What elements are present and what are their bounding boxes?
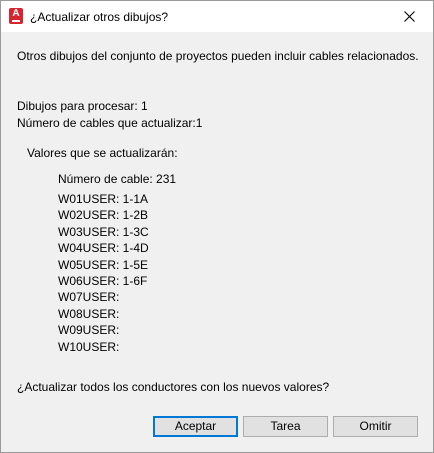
wire-value: W10USER: [58, 339, 120, 354]
cable-number-value: Número de cable: 231 [58, 172, 177, 186]
wire-value: W07USER: [58, 290, 120, 305]
cables-to-update-label: Número de cables que actualizar:1 [17, 116, 203, 130]
window-title: ¿Actualizar otros dibujos? [30, 10, 169, 24]
autocad-app-icon: A [9, 8, 23, 24]
wire-value: W09USER: [58, 323, 120, 338]
close-button[interactable] [387, 1, 433, 32]
wire-value: W04USER: 1-4D [58, 241, 149, 256]
wire-value: W08USER: [58, 306, 120, 321]
update-question: ¿Actualizar todos los conductores con lo… [17, 380, 330, 394]
wire-value: W05USER: 1-5E [58, 257, 149, 272]
app-icon-letter: A [12, 8, 20, 19]
wire-value: W06USER: 1-6F [58, 274, 148, 288]
close-icon [404, 11, 415, 22]
dialog-window: A ¿Actualizar otros dibujos? Otros dibuj… [0, 0, 434, 453]
dialog-content: Otros dibujos del conjunto de proyectos … [1, 32, 433, 452]
info-message: Otros dibujos del conjunto de proyectos … [17, 49, 419, 63]
accept-button[interactable]: Aceptar [153, 416, 238, 437]
skip-button[interactable]: Omitir [333, 416, 418, 437]
wire-value: W03USER: 1-3C [58, 224, 149, 239]
drawings-to-process-label: Dibujos para procesar: 1 [17, 99, 148, 113]
task-button[interactable]: Tarea [243, 416, 328, 437]
values-heading: Valores que se actualizarán: [27, 146, 178, 160]
title-bar[interactable]: A ¿Actualizar otros dibujos? [1, 1, 433, 32]
wire-value: W01USER: 1-1A [58, 192, 149, 206]
wire-value: W02USER: 1-2B [58, 208, 149, 223]
